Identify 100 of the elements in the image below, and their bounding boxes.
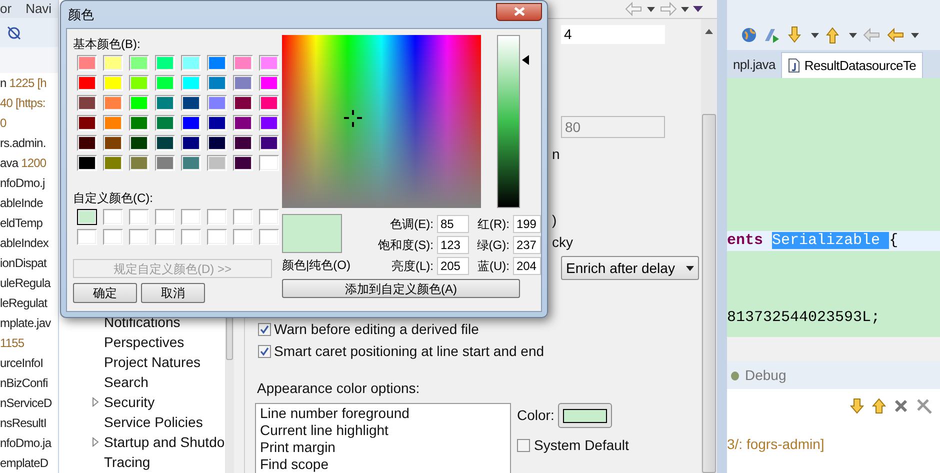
- color-swatch[interactable]: [103, 229, 123, 245]
- add-to-custom-colors-button[interactable]: 添加到自定义颜色(A): [282, 279, 520, 298]
- color-swatch[interactable]: [233, 209, 253, 225]
- list-item[interactable]: Line number foreground: [260, 405, 510, 422]
- color-swatch[interactable]: [259, 229, 279, 245]
- color-swatch[interactable]: [233, 155, 253, 171]
- color-swatch[interactable]: [233, 135, 253, 151]
- value-field[interactable]: 237: [513, 236, 542, 254]
- checkbox[interactable]: [258, 345, 271, 358]
- caret-icon[interactable]: [911, 32, 919, 38]
- color-swatch[interactable]: [259, 155, 279, 171]
- color-swatch[interactable]: [259, 55, 279, 71]
- color-swatch[interactable]: [77, 209, 97, 225]
- expand-arrow-icon[interactable]: [92, 437, 99, 447]
- run-icon[interactable]: [763, 27, 781, 43]
- color-swatch[interactable]: [129, 95, 149, 111]
- tree-item[interactable]: Tracing: [59, 452, 225, 472]
- color-swatch[interactable]: [103, 135, 123, 151]
- color-swatch[interactable]: [259, 209, 279, 225]
- color-swatch[interactable]: [207, 229, 227, 245]
- color-swatch[interactable]: [77, 75, 97, 91]
- color-swatch[interactable]: [103, 95, 123, 111]
- color-swatch[interactable]: [207, 115, 227, 131]
- color-swatch[interactable]: [129, 155, 149, 171]
- color-swatch[interactable]: [155, 135, 175, 151]
- checkbox[interactable]: [258, 323, 271, 336]
- color-swatch[interactable]: [103, 115, 123, 131]
- color-swatch[interactable]: [103, 75, 123, 91]
- color-swatch[interactable]: [103, 209, 123, 225]
- menu-item[interactable]: or: [0, 0, 12, 18]
- color-swatch[interactable]: [77, 155, 97, 171]
- color-swatch[interactable]: [77, 115, 97, 131]
- color-swatch[interactable]: [155, 55, 175, 71]
- color-button[interactable]: [558, 403, 612, 428]
- color-swatch[interactable]: [129, 115, 149, 131]
- scroll-up-icon[interactable]: [705, 29, 713, 34]
- color-swatch[interactable]: [129, 75, 149, 91]
- value-field[interactable]: 123: [437, 236, 470, 254]
- value-field[interactable]: 85: [437, 215, 470, 233]
- color-swatch[interactable]: [181, 135, 201, 151]
- color-swatch[interactable]: [259, 75, 279, 91]
- color-swatch[interactable]: [207, 95, 227, 111]
- color-swatch[interactable]: [129, 55, 149, 71]
- value-field[interactable]: 204: [513, 257, 542, 275]
- color-swatch[interactable]: [77, 229, 97, 245]
- color-swatch[interactable]: [233, 115, 253, 131]
- color-swatch[interactable]: [155, 155, 175, 171]
- color-swatch[interactable]: [207, 75, 227, 91]
- color-swatch[interactable]: [233, 229, 253, 245]
- color-swatch[interactable]: [259, 95, 279, 111]
- close-button[interactable]: [496, 2, 542, 20]
- ok-button[interactable]: 确定: [73, 283, 137, 303]
- editor-tab[interactable]: ResultDatasourceTe: [781, 52, 924, 78]
- list-item[interactable]: Find scope: [260, 456, 510, 473]
- value-field[interactable]: 199: [513, 215, 542, 233]
- color-swatch[interactable]: [259, 135, 279, 151]
- tree-item[interactable]: Project Natures: [59, 352, 225, 372]
- globe-icon[interactable]: [741, 27, 757, 43]
- color-swatch[interactable]: [181, 115, 201, 131]
- color-swatch[interactable]: [181, 229, 201, 245]
- cancel-button[interactable]: 取消: [141, 283, 205, 303]
- color-swatch[interactable]: [207, 135, 227, 151]
- caret-icon[interactable]: [849, 32, 857, 38]
- list-item[interactable]: Current line highlight: [260, 422, 510, 439]
- tree-item[interactable]: Startup and Shutdo: [59, 432, 225, 452]
- color-swatch[interactable]: [103, 155, 123, 171]
- remove-all-icon[interactable]: [916, 398, 932, 414]
- color-swatch[interactable]: [77, 95, 97, 111]
- scrollbar-thumb[interactable]: [702, 114, 716, 473]
- tree-item[interactable]: Search: [59, 372, 225, 392]
- color-swatch[interactable]: [233, 75, 253, 91]
- color-swatch[interactable]: [181, 75, 201, 91]
- color-swatch[interactable]: [181, 55, 201, 71]
- color-swatch[interactable]: [233, 55, 253, 71]
- color-swatch[interactable]: [155, 229, 175, 245]
- color-swatch[interactable]: [77, 55, 97, 71]
- luminance-marker-icon[interactable]: [522, 55, 529, 65]
- color-swatch[interactable]: [129, 209, 149, 225]
- color-swatch[interactable]: [181, 155, 201, 171]
- arrow-up-icon[interactable]: [872, 398, 886, 414]
- number-field[interactable]: 4: [561, 25, 665, 44]
- color-swatch[interactable]: [207, 155, 227, 171]
- expand-arrow-icon[interactable]: [92, 397, 99, 407]
- back-arrow-icon[interactable]: [863, 28, 881, 42]
- color-swatch[interactable]: [155, 209, 175, 225]
- tree-item[interactable]: Perspectives: [59, 332, 225, 352]
- dropdown[interactable]: Enrich after delay: [561, 256, 699, 280]
- color-swatch[interactable]: [207, 55, 227, 71]
- color-swatch[interactable]: [259, 115, 279, 131]
- arrow-down-icon[interactable]: [850, 398, 864, 414]
- caret-icon[interactable]: [681, 6, 689, 12]
- color-swatch[interactable]: [103, 55, 123, 71]
- color-swatch[interactable]: [181, 95, 201, 111]
- color-swatch[interactable]: [207, 209, 227, 225]
- color-swatch[interactable]: [155, 95, 175, 111]
- color-swatch[interactable]: [129, 135, 149, 151]
- menu-item[interactable]: Navi: [26, 0, 52, 18]
- value-field[interactable]: 205: [437, 257, 470, 275]
- checkbox[interactable]: [517, 439, 530, 452]
- luminance-bar[interactable]: [497, 35, 520, 208]
